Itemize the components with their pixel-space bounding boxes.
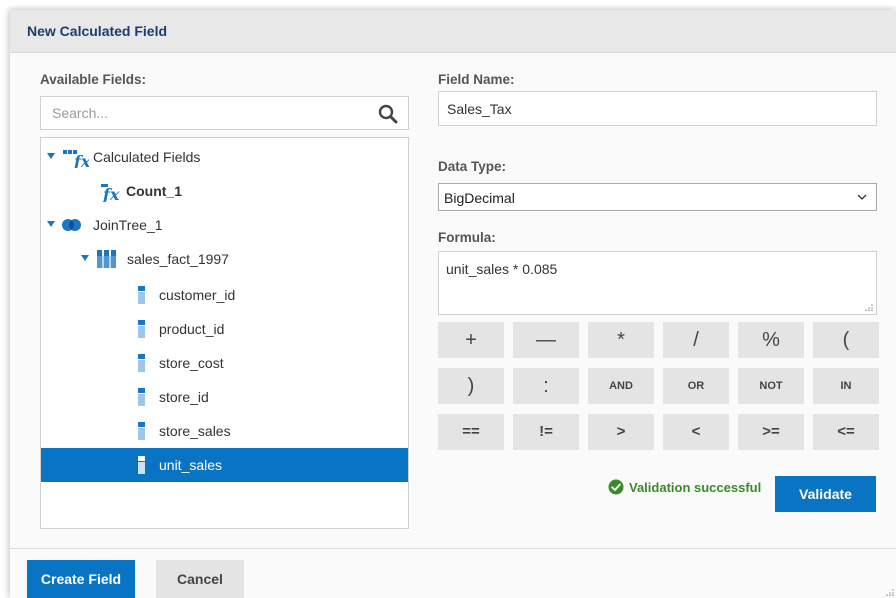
- op-plus-button[interactable]: +: [438, 322, 504, 358]
- tree-node-label: Calculated Fields: [93, 149, 201, 165]
- formula-label: Formula:: [438, 230, 496, 245]
- op-or-button[interactable]: OR: [663, 368, 729, 404]
- check-circle-icon: [608, 479, 624, 495]
- op-greater-button[interactable]: >: [588, 414, 654, 450]
- dialog-title: New Calculated Field: [27, 23, 168, 39]
- tree-node-label: JoinTree_1: [93, 217, 163, 233]
- op-and-button[interactable]: AND: [588, 368, 654, 404]
- tree-node-label: unit_sales: [159, 457, 223, 473]
- op-less-button[interactable]: <: [663, 414, 729, 450]
- tree-node-label: customer_id: [159, 287, 236, 303]
- tree-node-column[interactable]: store_sales: [41, 414, 408, 448]
- field-name-label: Field Name:: [438, 72, 515, 87]
- resize-grip-icon[interactable]: [886, 588, 894, 596]
- op-close-paren-button[interactable]: ): [438, 368, 504, 404]
- tree-node-column-selected[interactable]: unit_sales: [41, 448, 408, 482]
- op-not-button[interactable]: NOT: [738, 368, 804, 404]
- svg-text:fx: fx: [102, 185, 120, 202]
- tree-node-label: store_sales: [159, 423, 231, 439]
- cancel-button[interactable]: Cancel: [156, 560, 244, 598]
- function-folder-icon: fx: [63, 150, 89, 168]
- data-type-label: Data Type:: [438, 159, 507, 174]
- join-icon: [62, 219, 81, 231]
- column-icon: [138, 456, 145, 474]
- field-name-value: Sales_Tax: [447, 101, 512, 117]
- expand-caret-icon[interactable]: [47, 153, 55, 159]
- tree-node-column[interactable]: customer_id: [41, 278, 408, 312]
- table-icon: [97, 250, 116, 268]
- validate-button[interactable]: Validate: [775, 476, 876, 512]
- expand-caret-icon[interactable]: [81, 255, 89, 261]
- op-colon-button[interactable]: :: [513, 368, 579, 404]
- dialog-footer: Create Field Cancel: [10, 548, 896, 598]
- column-icon: [138, 354, 145, 372]
- tree-node-column[interactable]: store_id: [41, 380, 408, 414]
- op-modulo-button[interactable]: %: [738, 322, 804, 358]
- tree-node-label: product_id: [159, 321, 225, 337]
- tree-node-label: store_id: [159, 389, 209, 405]
- svg-text:fx: fx: [73, 152, 89, 168]
- chevron-down-icon: [857, 194, 867, 200]
- op-minus-button[interactable]: —: [513, 322, 579, 358]
- new-calculated-field-dialog: New Calculated Field Available Fields: f…: [10, 10, 896, 598]
- field-name-input[interactable]: Sales_Tax: [438, 91, 877, 126]
- tree-node-label: store_cost: [159, 355, 224, 371]
- formula-value: unit_sales * 0.085: [446, 261, 558, 277]
- tree-node-column[interactable]: store_cost: [41, 346, 408, 380]
- expand-caret-icon[interactable]: [47, 221, 55, 227]
- tree-node-count-1[interactable]: fx Count_1: [41, 174, 408, 208]
- op-greater-equal-button[interactable]: >=: [738, 414, 804, 450]
- op-less-equal-button[interactable]: <=: [813, 414, 879, 450]
- op-multiply-button[interactable]: *: [588, 322, 654, 358]
- tree-node-sales-fact-1997[interactable]: sales_fact_1997: [41, 242, 408, 276]
- op-not-equals-button[interactable]: !=: [513, 414, 579, 450]
- data-type-select[interactable]: BigDecimal: [438, 183, 877, 211]
- available-fields-label: Available Fields:: [40, 72, 147, 87]
- column-icon: [138, 388, 145, 406]
- search-box: [40, 96, 409, 130]
- column-icon: [138, 286, 145, 304]
- available-fields-tree: fx Calculated Fields fx Count_1 JoinTree…: [40, 137, 409, 529]
- column-icon: [138, 422, 145, 440]
- op-equals-button[interactable]: ==: [438, 414, 504, 450]
- tree-node-jointree-1[interactable]: JoinTree_1: [41, 208, 408, 242]
- tree-node-label: sales_fact_1997: [127, 251, 229, 267]
- tree-node-calculated-fields[interactable]: fx Calculated Fields: [41, 140, 408, 174]
- op-in-button[interactable]: IN: [813, 368, 879, 404]
- tree-node-column[interactable]: product_id: [41, 312, 408, 346]
- tree-node-label: Count_1: [126, 183, 182, 199]
- search-icon[interactable]: [378, 104, 398, 124]
- function-icon: fx: [101, 184, 120, 202]
- resize-grip-icon[interactable]: [865, 303, 873, 311]
- op-open-paren-button[interactable]: (: [813, 322, 879, 358]
- column-icon: [138, 320, 145, 338]
- formula-textarea[interactable]: unit_sales * 0.085: [438, 251, 877, 315]
- data-type-value: BigDecimal: [444, 190, 515, 206]
- validation-message: Validation successful: [629, 480, 762, 495]
- create-field-button[interactable]: Create Field: [27, 560, 135, 598]
- op-divide-button[interactable]: /: [663, 322, 729, 358]
- dialog-titlebar: New Calculated Field: [10, 10, 896, 53]
- search-input[interactable]: [41, 97, 371, 129]
